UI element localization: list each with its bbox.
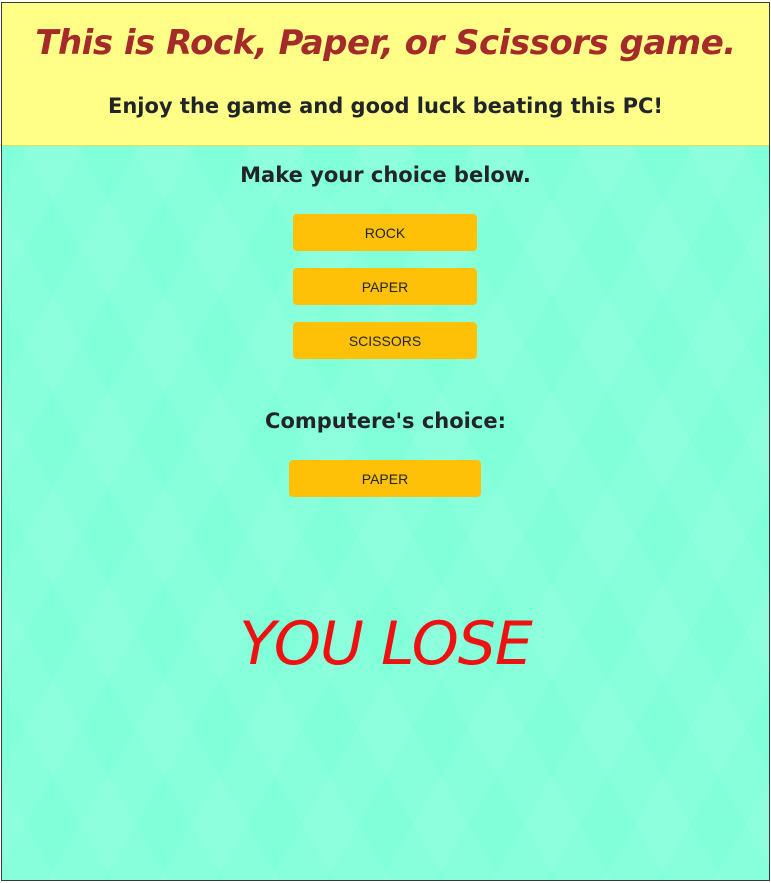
rock-button[interactable]: ROCK [293, 214, 477, 251]
page-subtitle: Enjoy the game and good luck beating thi… [107, 94, 664, 118]
computer-choice-label: Computere's choice: [265, 409, 506, 433]
page-title: This is Rock, Paper, or Scissors game. [35, 23, 736, 63]
result-message: YOU LOSE [239, 609, 533, 679]
paper-button[interactable]: PAPER [293, 268, 477, 305]
header-banner: This is Rock, Paper, or Scissors game. E… [2, 3, 769, 146]
scissors-button[interactable]: SCISSORS [293, 322, 477, 359]
game-page: This is Rock, Paper, or Scissors game. E… [1, 2, 770, 881]
computer-choice-display: PAPER [289, 460, 481, 497]
choice-prompt: Make your choice below. [240, 163, 531, 187]
